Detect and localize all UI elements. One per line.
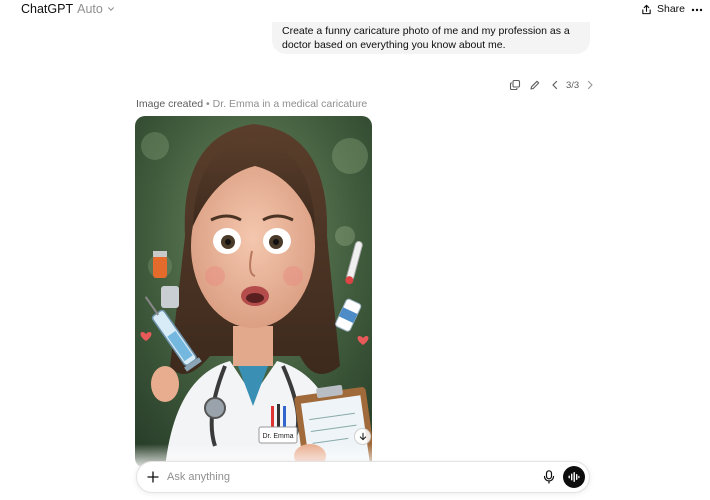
image-created-caption: Image created • Dr. Emma in a medical ca… <box>136 98 367 110</box>
copy-icon[interactable] <box>509 79 521 91</box>
caption-separator: • <box>203 98 213 110</box>
voice-mode-button[interactable] <box>563 466 585 488</box>
share-label: Share <box>657 3 686 15</box>
plus-icon[interactable] <box>147 471 159 483</box>
download-image-button[interactable] <box>354 428 371 445</box>
more-options-icon[interactable] <box>690 3 704 17</box>
share-button[interactable]: Share <box>641 3 685 15</box>
chevron-left-icon[interactable] <box>549 79 561 91</box>
model-name: ChatGPT <box>21 2 74 16</box>
message-composer <box>136 461 590 493</box>
microphone-icon[interactable] <box>543 470 555 484</box>
share-icon <box>642 4 651 14</box>
user-message-line: Create a funny caricature photo of me an… <box>282 25 570 37</box>
image-caption-subtitle: Dr. Emma in a medical caricature <box>212 98 368 110</box>
variant-counter: 3/3 <box>566 79 580 91</box>
chat-page: ChatGPT Auto Share Create a funny carica… <box>0 0 710 500</box>
message-toolbar: 3/3 <box>509 78 596 92</box>
top-bar: ChatGPT Auto Share <box>0 0 710 22</box>
download-icon <box>359 432 366 440</box>
image-created-label: Image created <box>136 98 204 110</box>
chevron-right-icon[interactable] <box>584 79 596 91</box>
chevron-down-icon <box>107 7 114 11</box>
prompt-input[interactable] <box>167 468 527 486</box>
model-mode: Auto <box>77 2 103 16</box>
edit-pencil-icon[interactable] <box>529 79 541 91</box>
caricature-illustration: Dr. Emma <box>135 116 372 468</box>
user-message-line: doctor based on everything you know abou… <box>282 39 506 51</box>
model-selector[interactable]: ChatGPT Auto <box>21 2 115 16</box>
name-badge-text: Dr. Emma <box>262 433 293 440</box>
voice-waveform-icon <box>568 472 580 482</box>
generated-image[interactable]: Dr. Emma <box>135 116 372 468</box>
